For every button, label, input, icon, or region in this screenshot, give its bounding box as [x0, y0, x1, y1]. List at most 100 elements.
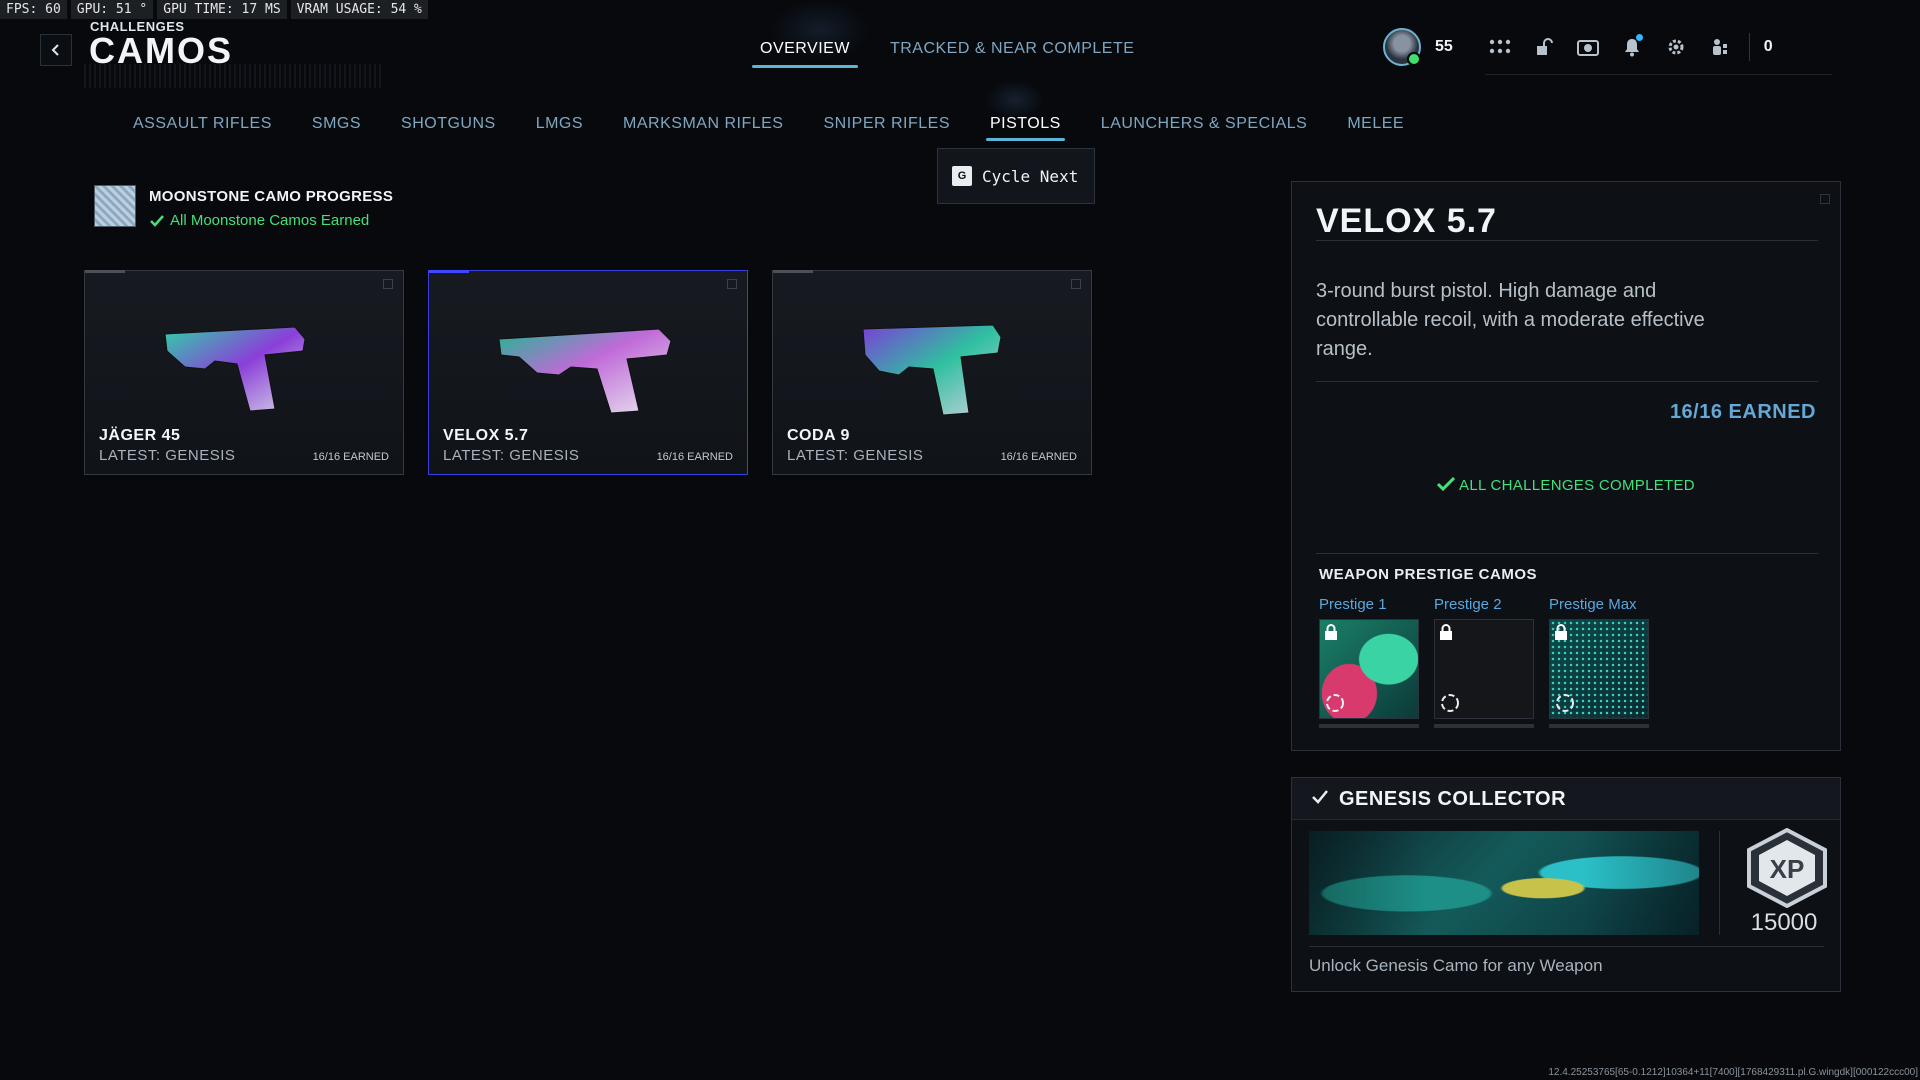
- genesis-collector-panel[interactable]: GENESIS COLLECTOR XP 15000 Unlock Genesi…: [1291, 777, 1841, 992]
- key-g-icon: G: [952, 166, 972, 186]
- divider: [1316, 240, 1818, 241]
- card-progress-bar: [429, 270, 469, 273]
- gpu-time-readout: GPU TIME: 17 MS: [157, 0, 287, 19]
- prestige-progress-bar: [1549, 724, 1649, 728]
- prestige-emblem-icon: [1556, 694, 1574, 712]
- category-launchers-specials[interactable]: LAUNCHERS & SPECIALS: [1101, 115, 1308, 141]
- xp-amount: 15000: [1750, 909, 1818, 936]
- prestige-progress-bar: [1434, 724, 1534, 728]
- card-progress-bar: [773, 270, 813, 273]
- category-pistols[interactable]: PISTOLS: [986, 115, 1065, 141]
- prestige-max-camo[interactable]: Prestige Max: [1549, 596, 1649, 728]
- category-lmgs[interactable]: LMGS: [536, 115, 583, 141]
- prestige-2-camo[interactable]: Prestige 2: [1434, 596, 1534, 728]
- weapon-card-coda-9[interactable]: CODA 9 LATEST: GENESIS 16/16 EARNED: [772, 270, 1092, 475]
- divider: [1748, 33, 1750, 61]
- prestige-1-camo[interactable]: Prestige 1: [1319, 596, 1419, 728]
- weapon-card-jager-45[interactable]: JÄGER 45 LATEST: GENESIS 16/16 EARNED: [84, 270, 404, 475]
- prestige-emblem-icon: [1326, 694, 1344, 712]
- prestige-swatch: [1319, 619, 1419, 719]
- collector-reward-image: [1309, 831, 1699, 935]
- weapon-card-velox-57[interactable]: VELOX 5.7 LATEST: GENESIS 16/16 EARNED: [428, 270, 748, 475]
- category-glow: [985, 80, 1045, 120]
- weapon-name: VELOX 5.7: [443, 427, 529, 444]
- prestige-label: Prestige 2: [1434, 596, 1502, 613]
- category-sniper-rifles[interactable]: SNIPER RIFLES: [823, 115, 950, 141]
- weapon-earned: 16/16 EARNED: [312, 451, 389, 463]
- cycle-next-button[interactable]: G Cycle Next: [937, 148, 1095, 204]
- collector-description: Unlock Genesis Camo for any Weapon: [1309, 956, 1603, 975]
- divider: [1316, 381, 1818, 382]
- header-rule: [1485, 74, 1832, 75]
- divider: [1719, 831, 1720, 935]
- lock-icon: [1325, 624, 1337, 640]
- check-icon: [150, 214, 164, 227]
- category-melee[interactable]: MELEE: [1347, 115, 1404, 141]
- category-marksman-rifles[interactable]: MARKSMAN RIFLES: [623, 115, 783, 141]
- detail-description: 3-round burst pistol. High damage and co…: [1316, 280, 1705, 360]
- card-corner-icon: [1071, 279, 1081, 289]
- weapon-latest: LATEST: GENESIS: [99, 447, 236, 464]
- pistol-image: [164, 326, 306, 412]
- back-button[interactable]: [40, 34, 72, 66]
- tab-tracked[interactable]: TRACKED & NEAR COMPLETE: [890, 40, 1134, 68]
- panel-corner-icon: [1820, 194, 1830, 204]
- detail-earned: 16/16 EARNED: [1669, 401, 1816, 423]
- notifications-button[interactable]: [1617, 32, 1647, 62]
- weapon-earned: 16/16 EARNED: [1000, 451, 1077, 463]
- gpu-temp-readout: GPU: 51 °: [70, 0, 154, 19]
- lock-icon: [1440, 624, 1452, 640]
- weapon-name: CODA 9: [787, 427, 850, 444]
- prestige-emblem-icon: [1441, 694, 1459, 712]
- back-icon: [51, 44, 59, 56]
- prestige-title: WEAPON PRESTIGE CAMOS: [1319, 566, 1538, 583]
- check-icon: [1312, 790, 1328, 804]
- category-smgs[interactable]: SMGS: [312, 115, 361, 141]
- weapon-latest: LATEST: GENESIS: [443, 447, 580, 464]
- camera-button[interactable]: [1573, 32, 1603, 62]
- category-assault-rifles[interactable]: ASSAULT RIFLES: [133, 115, 272, 141]
- divider: [1316, 553, 1818, 554]
- unlock-icon: [1536, 38, 1553, 55]
- category-tabs: ASSAULT RIFLES SMGS SHOTGUNS LMGS MARKSM…: [133, 115, 1404, 141]
- top-right-bar: 55 0: [1383, 28, 1773, 66]
- category-shotguns[interactable]: SHOTGUNS: [401, 115, 496, 141]
- tab-overview[interactable]: OVERVIEW: [752, 40, 858, 68]
- xp-icon-text: XP: [1770, 854, 1805, 884]
- weapon-detail-panel: VELOX 5.7 3-round burst pistol. High dam…: [1291, 181, 1841, 751]
- party-button[interactable]: [1705, 32, 1735, 62]
- currency-count: 0: [1763, 38, 1773, 55]
- pistol-image: [499, 328, 672, 414]
- challenges-complete: ALL CHALLENGES COMPLETED: [1292, 476, 1840, 494]
- vram-readout: VRAM USAGE: 54 %: [290, 0, 428, 19]
- notification-dot: [1635, 34, 1643, 41]
- player-level: 55: [1435, 38, 1453, 55]
- weapon-latest: LATEST: GENESIS: [787, 447, 924, 464]
- perf-overlay: FPS: 60 GPU: 51 ° GPU TIME: 17 MS VRAM U…: [0, 0, 428, 19]
- lock-icon: [1555, 624, 1567, 640]
- prestige-swatch: [1549, 619, 1649, 719]
- collector-header: GENESIS COLLECTOR: [1292, 778, 1840, 820]
- gear-icon: [1668, 39, 1684, 55]
- camera-icon: [1576, 40, 1599, 56]
- prestige-label: Prestige Max: [1549, 596, 1637, 613]
- xp-icon: XP: [1747, 828, 1827, 908]
- party-icon: [1712, 39, 1727, 55]
- prestige-swatch: [1434, 619, 1534, 719]
- progress-title: MOONSTONE CAMO PROGRESS: [149, 188, 394, 205]
- card-corner-icon: [727, 279, 737, 289]
- apps-grid-button[interactable]: [1485, 32, 1515, 62]
- progress-status: All Moonstone Camos Earned: [150, 212, 369, 229]
- check-icon: [1436, 476, 1456, 492]
- fps-readout: FPS: 60: [0, 0, 67, 19]
- apps-grid-icon: [1489, 39, 1510, 54]
- prestige-label: Prestige 1: [1319, 596, 1387, 613]
- cycle-next-label: Cycle Next: [982, 166, 1079, 186]
- card-progress-bar: [85, 270, 125, 273]
- settings-button[interactable]: [1661, 32, 1691, 62]
- top-tabs: OVERVIEW TRACKED & NEAR COMPLETE: [752, 40, 1134, 68]
- unlock-button[interactable]: [1529, 32, 1559, 62]
- moonstone-camo-thumbnail: [94, 185, 136, 227]
- avatar[interactable]: [1383, 28, 1421, 66]
- progress-status-label: All Moonstone Camos Earned: [170, 212, 370, 229]
